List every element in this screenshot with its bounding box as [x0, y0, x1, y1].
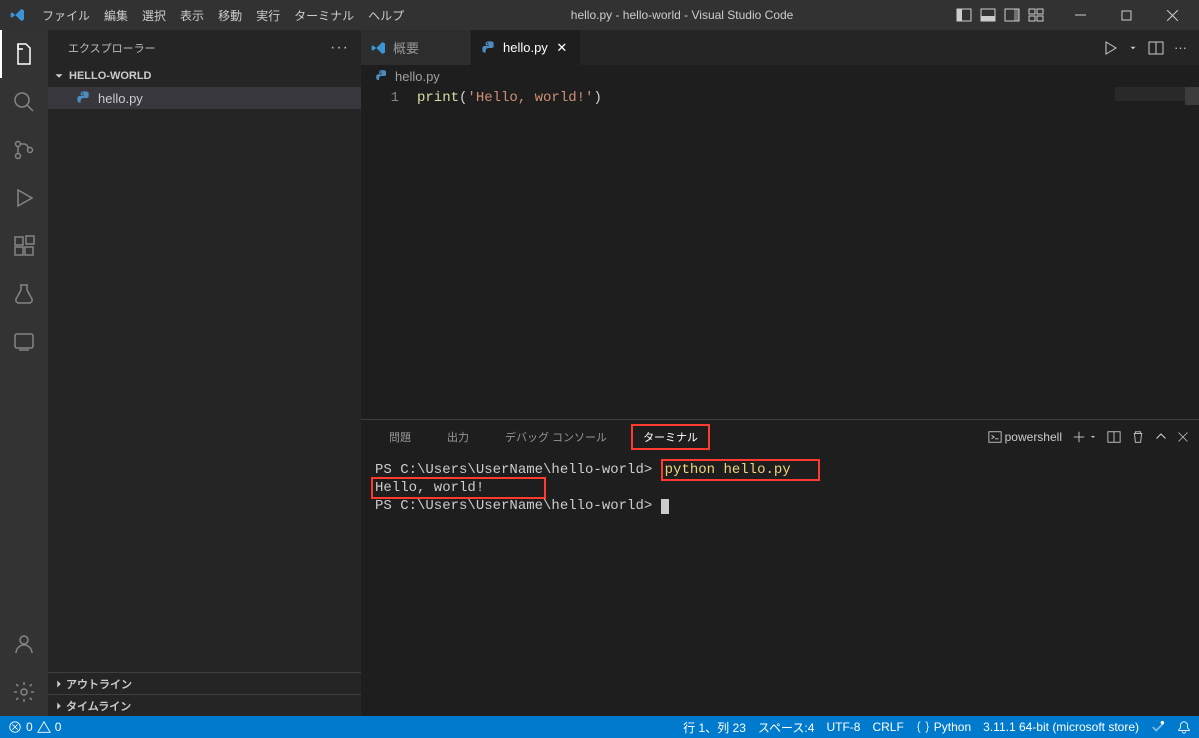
minimize-button[interactable] — [1057, 0, 1103, 30]
menu-view[interactable]: 表示 — [173, 0, 211, 30]
file-item[interactable]: hello.py — [48, 87, 361, 109]
app-logo-icon — [0, 7, 35, 23]
explorer-icon[interactable] — [0, 30, 48, 78]
toggle-panel-icon[interactable] — [977, 4, 999, 26]
extensions-icon[interactable] — [0, 222, 48, 270]
panel-tab-terminal[interactable]: ターミナル — [631, 424, 710, 450]
project-name: HELLO-WORLD — [69, 70, 151, 82]
terminal-command: python hello.py — [665, 462, 791, 478]
testing-icon[interactable] — [0, 270, 48, 318]
panel-tabs: 問題 出力 デバッグ コンソール ターミナル powershell — [361, 420, 1199, 453]
status-feedback-icon[interactable] — [1151, 720, 1165, 734]
menu-bar: ファイル 編集 選択 表示 移動 実行 ターミナル ヘルプ — [35, 0, 411, 30]
editor-area: 概要 ✕ hello.py ✕ ··· hello.py 1 print('He… — [361, 30, 1199, 716]
code-editor[interactable]: 1 print('Hello, world!') — [361, 87, 1199, 419]
menu-selection[interactable]: 選択 — [135, 0, 173, 30]
panel-tab-problems[interactable]: 問題 — [377, 424, 423, 450]
menu-terminal[interactable]: ターミナル — [287, 0, 361, 30]
statusbar: 0 0 行 1、列 23 スペース:4 UTF-8 CRLF Python 3.… — [0, 716, 1199, 738]
explorer-sidebar: エクスプローラー ··· HELLO-WORLD hello.py アウトライン… — [48, 30, 361, 716]
status-eol[interactable]: CRLF — [872, 720, 903, 734]
outline-section[interactable]: アウトライン — [48, 672, 361, 694]
new-terminal-icon[interactable] — [1072, 430, 1097, 444]
terminal-shell-select[interactable]: powershell — [988, 430, 1062, 444]
line-number: 1 — [361, 87, 417, 419]
menu-edit[interactable]: 編集 — [97, 0, 135, 30]
breadcrumb[interactable]: hello.py — [361, 65, 1199, 87]
source-control-icon[interactable] — [0, 126, 48, 174]
minimap[interactable] — [1115, 87, 1185, 101]
panel: 問題 出力 デバッグ コンソール ターミナル powershell — [361, 419, 1199, 716]
panel-tab-output[interactable]: 出力 — [435, 424, 481, 450]
close-panel-icon[interactable] — [1177, 431, 1189, 443]
maximize-panel-icon[interactable] — [1155, 431, 1167, 443]
braces-icon — [916, 720, 930, 734]
error-icon — [8, 720, 22, 734]
status-errors[interactable]: 0 0 — [8, 720, 61, 734]
close-button[interactable] — [1149, 0, 1195, 30]
toggle-primary-sidebar-icon[interactable] — [953, 4, 975, 26]
activity-bar — [0, 30, 48, 716]
split-editor-icon[interactable] — [1148, 40, 1164, 56]
terminal[interactable]: PS C:\Users\UserName\hello-world> python… — [361, 453, 1199, 716]
status-python-version[interactable]: 3.11.1 64-bit (microsoft store) — [983, 720, 1139, 734]
status-spaces[interactable]: スペース:4 — [758, 719, 815, 736]
terminal-prompt: PS C:\Users\UserName\hello-world> — [375, 462, 652, 478]
tab-hello-py[interactable]: hello.py ✕ — [471, 30, 581, 65]
search-icon[interactable] — [0, 78, 48, 126]
maximize-button[interactable] — [1103, 0, 1149, 30]
scrollbar[interactable] — [1185, 87, 1199, 419]
tab-close-icon[interactable]: ✕ — [554, 40, 570, 56]
panel-tab-debug-console[interactable]: デバッグ コンソール — [493, 424, 619, 450]
settings-icon[interactable] — [0, 668, 48, 716]
remote-icon[interactable] — [0, 318, 48, 366]
sidebar-more-icon[interactable]: ··· — [330, 39, 349, 57]
titlebar: ファイル 編集 選択 表示 移動 実行 ターミナル ヘルプ hello.py -… — [0, 0, 1199, 30]
status-language[interactable]: Python — [916, 720, 971, 734]
warning-icon — [37, 720, 51, 734]
tab-welcome[interactable]: 概要 ✕ — [361, 30, 471, 65]
menu-run[interactable]: 実行 — [249, 0, 287, 30]
terminal-cursor — [661, 499, 669, 514]
editor-tabs: 概要 ✕ hello.py ✕ ··· — [361, 30, 1199, 65]
file-name: hello.py — [98, 91, 143, 106]
customize-layout-icon[interactable] — [1025, 4, 1047, 26]
run-debug-icon[interactable] — [0, 174, 48, 222]
python-icon — [481, 40, 497, 56]
menu-go[interactable]: 移動 — [211, 0, 249, 30]
window-title: hello.py - hello-world - Visual Studio C… — [411, 8, 953, 22]
run-dropdown-icon[interactable] — [1128, 43, 1138, 53]
terminal-output: Hello, world! — [375, 480, 484, 496]
python-icon — [375, 69, 389, 83]
editor-more-icon[interactable]: ··· — [1174, 40, 1187, 55]
sidebar-title: エクスプローラー — [68, 40, 156, 56]
run-file-icon[interactable] — [1102, 40, 1118, 56]
menu-file[interactable]: ファイル — [35, 0, 97, 30]
status-line-col[interactable]: 行 1、列 23 — [683, 719, 746, 736]
terminal-icon — [988, 430, 1002, 444]
python-icon — [76, 90, 92, 106]
vscode-icon — [371, 40, 387, 56]
code-line[interactable]: print('Hello, world!') — [417, 87, 1199, 419]
terminal-prompt: PS C:\Users\UserName\hello-world> — [375, 498, 652, 514]
project-root[interactable]: HELLO-WORLD — [48, 65, 361, 87]
kill-terminal-icon[interactable] — [1131, 430, 1145, 444]
toggle-secondary-sidebar-icon[interactable] — [1001, 4, 1023, 26]
timeline-section[interactable]: タイムライン — [48, 694, 361, 716]
status-encoding[interactable]: UTF-8 — [826, 720, 860, 734]
split-terminal-icon[interactable] — [1107, 430, 1121, 444]
status-notifications-icon[interactable] — [1177, 720, 1191, 734]
accounts-icon[interactable] — [0, 620, 48, 668]
menu-help[interactable]: ヘルプ — [361, 0, 411, 30]
